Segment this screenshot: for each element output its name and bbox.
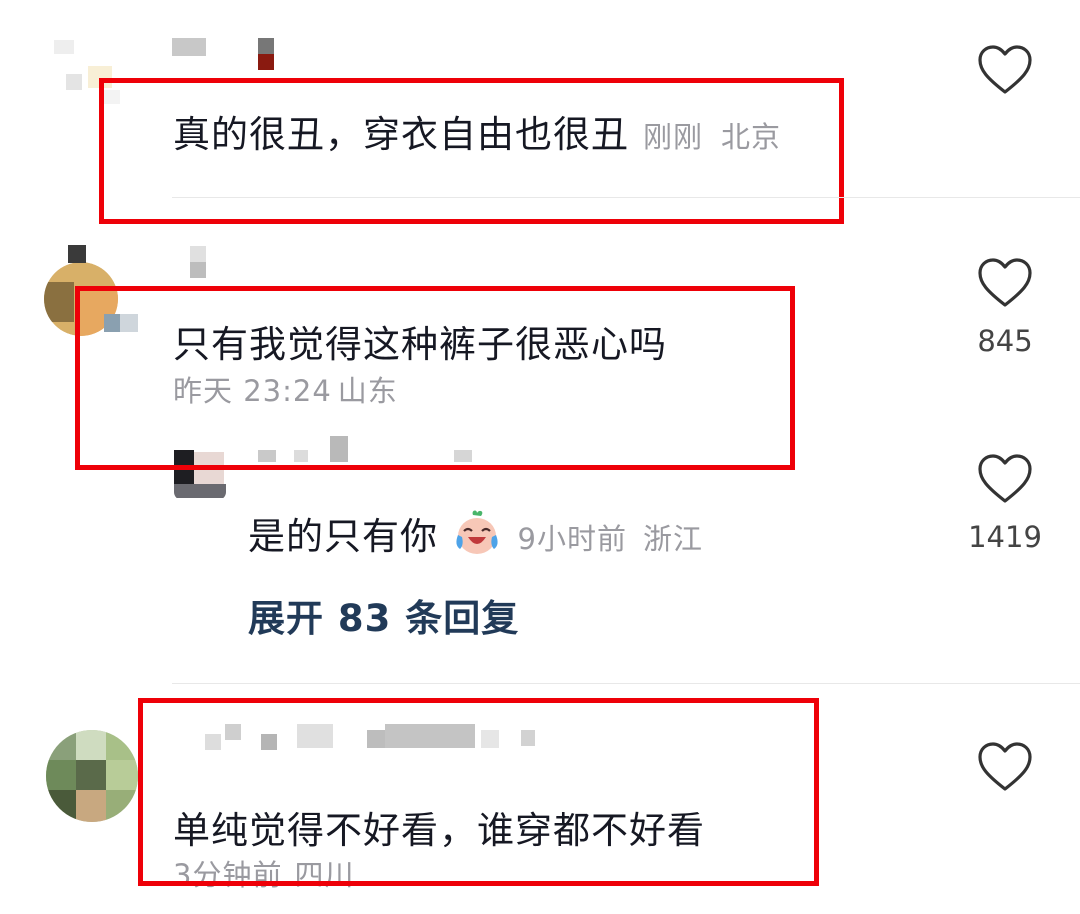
like-button[interactable] [977,257,1033,313]
comment-highlight-box [138,698,819,886]
divider [172,197,1080,198]
comment-highlight-box [99,78,844,224]
avatar-mosaic [68,245,86,263]
like-count: 1419 [968,520,1042,554]
like-button[interactable] [977,453,1033,509]
like-button[interactable] [977,741,1033,797]
reply-time: 9小时前 [517,522,627,556]
like-button[interactable] [977,44,1033,100]
reply-text: 是的只有你 9小时前 浙江 [248,506,703,560]
username-blurred[interactable] [172,38,292,72]
heart-icon [978,258,1032,307]
reply-body: 是的只有你 [248,515,438,558]
divider [172,683,1080,684]
heart-icon [978,742,1032,791]
comment-highlight-box [75,286,795,470]
avatar[interactable] [46,730,138,822]
crying-laughing-emoji-icon [456,510,498,554]
expand-replies-link[interactable]: 展开 83 条回复 [248,588,519,642]
like-count: 845 [977,324,1033,358]
username-blurred[interactable] [190,246,212,282]
heart-icon [978,45,1032,94]
heart-icon [978,454,1032,503]
reply-location: 浙江 [642,522,703,556]
